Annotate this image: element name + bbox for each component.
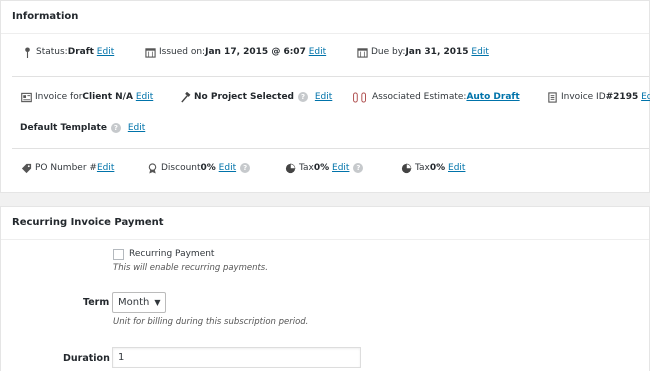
recurring-payment-label: Recurring Payment [129,249,215,259]
help-icon[interactable]: ? [297,92,308,102]
term-label: Term [83,297,110,308]
invoice-id-item: Invoice ID #2195 Edit [546,91,650,103]
document-icon [546,91,558,103]
recurring-payment-hint: This will enable recurring payments. [113,263,268,273]
duration-value: 1 [118,352,125,363]
status-value: Draft [67,47,94,57]
tax1-value: 0% [313,163,330,173]
information-panel: Information Status: Draft Edit Issued on… [0,0,650,193]
due-edit-link[interactable]: Edit [471,46,488,58]
project-edit-link[interactable]: Edit [315,91,332,103]
tax1-edit-link[interactable]: Edit [332,162,349,174]
id-card-icon [20,91,32,103]
status-edit-link[interactable]: Edit [97,46,114,58]
due-value: Jan 31, 2015 [405,47,469,57]
po-label: PO Number # [35,163,97,173]
term-select[interactable]: Month ▼ [112,292,166,313]
invoice-id-label: Invoice ID [561,92,606,102]
due-label: Due by: [371,47,406,57]
discount-item: Discount 0% Edit? [146,162,254,174]
tax1-item: Tax 0% Edit? [284,162,367,174]
information-header: Information [1,1,649,34]
paperclip-icon [351,91,369,103]
term-value: Month [118,297,150,308]
tax2-value: 0% [429,163,446,173]
duration-label: Duration [63,353,110,364]
help-icon[interactable]: ? [110,123,121,133]
discount-edit-link[interactable]: Edit [219,162,236,174]
divider [12,76,649,77]
client-value: Client N/A [82,92,133,102]
estimate-link[interactable]: Auto Draft [466,91,519,103]
recurring-panel: Recurring Invoice Payment Recurring Paym… [0,206,650,371]
tag-icon [20,162,32,174]
issued-label: Issued on: [159,47,206,57]
pie-chart-icon [400,162,412,174]
template-value: Default Template [20,123,107,133]
estimate-item: Associated Estimate: Auto Draft [351,91,520,103]
pie-chart-icon [284,162,296,174]
recurring-header: Recurring Invoice Payment [1,207,649,240]
estimate-label: Associated Estimate: [372,92,467,102]
dropdown-arrow-icon: ▼ [154,298,161,307]
term-hint: Unit for billing during this subscriptio… [113,317,309,327]
tax2-item: Tax 0% Edit [400,162,465,174]
award-icon [146,162,158,174]
divider [12,148,649,149]
po-edit-link[interactable]: Edit [97,162,114,174]
status-label: Status: [36,47,68,57]
recurring-payment-checkbox[interactable] [113,248,124,260]
template-edit-link[interactable]: Edit [128,122,145,134]
help-icon[interactable]: ? [240,163,251,173]
information-title: Information [12,11,79,22]
project-item: No Project Selected? Edit [179,91,332,103]
hammer-icon [179,91,191,103]
invoice-id-edit-link[interactable]: Edit [641,91,650,103]
duration-input[interactable]: 1 [112,347,361,368]
client-label: Invoice for [35,92,83,102]
client-item: Invoice for Client N/A Edit [20,91,153,103]
issued-item: Issued on: Jan 17, 2015 @ 6:07 Edit [144,46,326,58]
project-value: No Project Selected [194,92,294,102]
po-item: PO Number # Edit [20,162,114,174]
template-item: Default Template? Edit [20,122,145,134]
tax2-edit-link[interactable]: Edit [448,162,465,174]
discount-value: 0% [200,163,216,173]
calendar-icon [356,46,368,58]
issued-value: Jan 17, 2015 @ 6:07 [205,47,306,57]
pin-icon [21,46,33,58]
help-icon[interactable]: ? [353,163,364,173]
recurring-payment-option: Recurring Payment [113,248,214,260]
discount-label: Discount [161,163,201,173]
tax1-label: Tax [299,163,314,173]
client-edit-link[interactable]: Edit [136,91,153,103]
status-item: Status: Draft Edit [21,46,114,58]
issued-edit-link[interactable]: Edit [309,46,326,58]
invoice-id-value: #2195 [605,92,639,102]
tax2-label: Tax [415,163,430,173]
calendar-icon [144,46,156,58]
recurring-title: Recurring Invoice Payment [12,217,164,228]
due-item: Due by: Jan 31, 2015 Edit [356,46,489,58]
